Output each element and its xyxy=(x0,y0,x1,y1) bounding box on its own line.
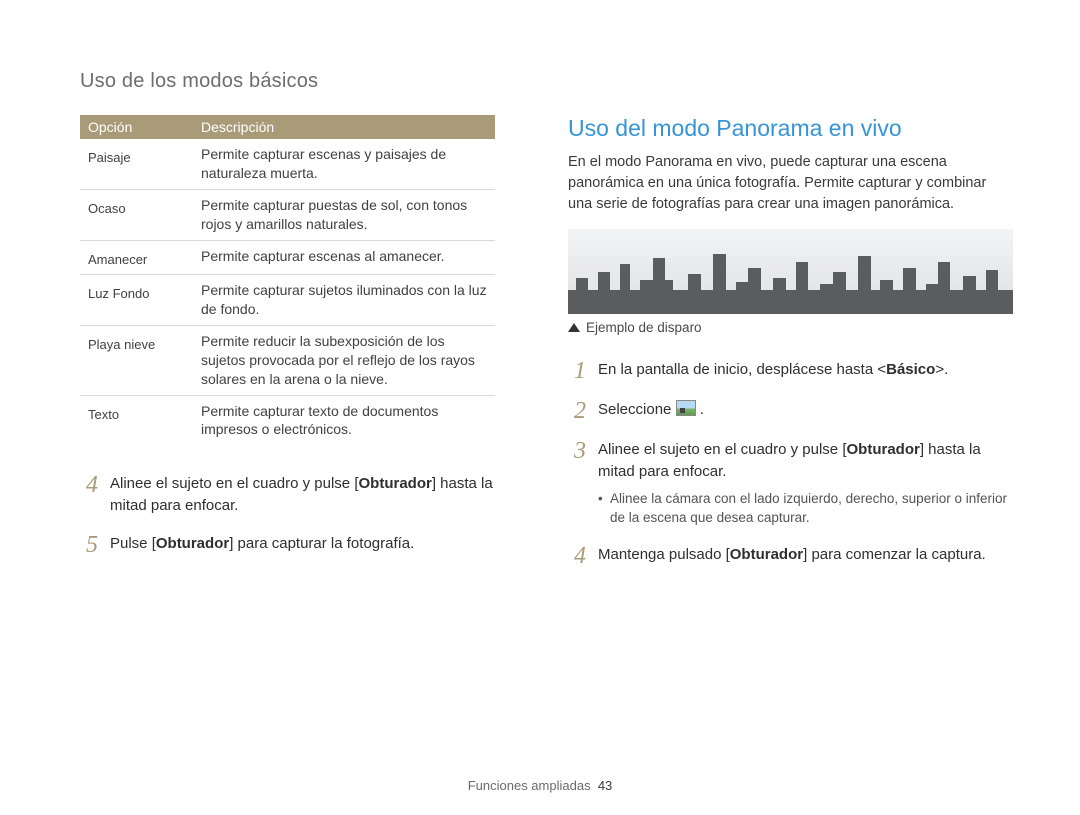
step-text: Mantenga pulsado [ xyxy=(598,546,730,563)
step-number: 4 xyxy=(80,473,98,517)
page: Uso de los modos básicos Opción Descripc… xyxy=(0,0,1080,815)
section-intro: En el modo Panorama en vivo, puede captu… xyxy=(568,152,1008,215)
left-column: Opción Descripción Paisaje Permite captu… xyxy=(80,115,520,568)
option-name: Texto xyxy=(80,395,193,445)
table-row: Luz Fondo Permite capturar sujetos ilumi… xyxy=(80,275,495,326)
table-row: Ocaso Permite capturar puestas de sol, c… xyxy=(80,189,495,240)
option-desc: Permite reducir la subexposición de los … xyxy=(193,325,495,395)
step-bold: Obturador xyxy=(847,441,920,458)
example-caption: Ejemplo de disparo xyxy=(568,320,1008,335)
step-text: ] para capturar la fotografía. xyxy=(229,535,414,552)
step-text: . xyxy=(696,401,704,418)
step-text: >. xyxy=(935,361,948,378)
right-steps: 1 En la pantalla de inicio, desplácese h… xyxy=(568,359,1008,568)
triangle-up-icon xyxy=(568,323,580,332)
step-bold: Obturador xyxy=(359,475,432,492)
option-name: Playa nieve xyxy=(80,325,193,395)
section-heading: Uso del modo Panorama en vivo xyxy=(568,115,1008,142)
step-number: 4 xyxy=(568,544,586,568)
step-body: En la pantalla de inicio, desplácese has… xyxy=(598,359,948,383)
option-name: Amanecer xyxy=(80,240,193,275)
option-name: Ocaso xyxy=(80,189,193,240)
step-4: 4 Mantenga pulsado [Obturador] para come… xyxy=(568,544,1008,568)
step-bold: Básico xyxy=(886,361,935,378)
options-table-head-option: Opción xyxy=(80,115,193,139)
step-body: Mantenga pulsado [Obturador] para comenz… xyxy=(598,544,986,568)
right-column: Uso del modo Panorama en vivo En el modo… xyxy=(568,115,1008,568)
step-1: 1 En la pantalla de inicio, desplácese h… xyxy=(568,359,1008,383)
step-4: 4 Alinee el sujeto en el cuadro y pulse … xyxy=(80,473,520,517)
options-table: Opción Descripción Paisaje Permite captu… xyxy=(80,115,495,445)
table-row: Playa nieve Permite reducir la subexposi… xyxy=(80,325,495,395)
caption-text: Ejemplo de disparo xyxy=(586,320,702,335)
option-name: Paisaje xyxy=(80,139,193,189)
page-footer: Funciones ampliadas 43 xyxy=(0,778,1080,793)
step-text: Alinee el sujeto en el cuadro y pulse [ xyxy=(598,441,847,458)
option-desc: Permite capturar escenas al amanecer. xyxy=(193,240,495,275)
panorama-example-image xyxy=(568,229,1013,314)
step-subnote: Alinee la cámara con el lado izquierdo, … xyxy=(598,489,1008,528)
step-number: 2 xyxy=(568,399,586,423)
option-desc: Permite capturar sujetos iluminados con … xyxy=(193,275,495,326)
step-bold: Obturador xyxy=(156,535,229,552)
option-desc: Permite capturar puestas de sol, con ton… xyxy=(193,189,495,240)
step-number: 3 xyxy=(568,439,586,528)
step-number: 1 xyxy=(568,359,586,383)
step-text: Seleccione xyxy=(598,401,676,418)
step-text: Pulse [ xyxy=(110,535,156,552)
step-body: Seleccione . xyxy=(598,399,704,423)
options-table-head-desc: Descripción xyxy=(193,115,495,139)
step-text: ] para comenzar la captura. xyxy=(803,546,986,563)
step-bold: Obturador xyxy=(730,546,803,563)
option-name: Luz Fondo xyxy=(80,275,193,326)
step-5: 5 Pulse [Obturador] para capturar la fot… xyxy=(80,533,520,557)
step-body: Alinee el sujeto en el cuadro y pulse [O… xyxy=(110,473,520,517)
option-desc: Permite capturar texto de documentos imp… xyxy=(193,395,495,445)
step-3: 3 Alinee el sujeto en el cuadro y pulse … xyxy=(568,439,1008,528)
option-desc: Permite capturar escenas y paisajes de n… xyxy=(193,139,495,189)
step-body: Pulse [Obturador] para capturar la fotog… xyxy=(110,533,414,557)
table-row: Amanecer Permite capturar escenas al ama… xyxy=(80,240,495,275)
step-body: Alinee el sujeto en el cuadro y pulse [O… xyxy=(598,439,1008,528)
step-text: En la pantalla de inicio, desplácese has… xyxy=(598,361,886,378)
step-number: 5 xyxy=(80,533,98,557)
breadcrumb: Uso de los modos básicos xyxy=(80,70,1010,93)
table-row: Paisaje Permite capturar escenas y paisa… xyxy=(80,139,495,189)
step-text: Alinee el sujeto en el cuadro y pulse [ xyxy=(110,475,359,492)
skyline-icon xyxy=(568,244,1013,314)
panorama-mode-icon xyxy=(676,400,696,416)
table-row: Texto Permite capturar texto de document… xyxy=(80,395,495,445)
left-steps: 4 Alinee el sujeto en el cuadro y pulse … xyxy=(80,473,520,557)
footer-label: Funciones ampliadas xyxy=(468,778,591,793)
step-2: 2 Seleccione . xyxy=(568,399,1008,423)
page-number: 43 xyxy=(598,778,612,793)
columns: Opción Descripción Paisaje Permite captu… xyxy=(80,115,1010,568)
